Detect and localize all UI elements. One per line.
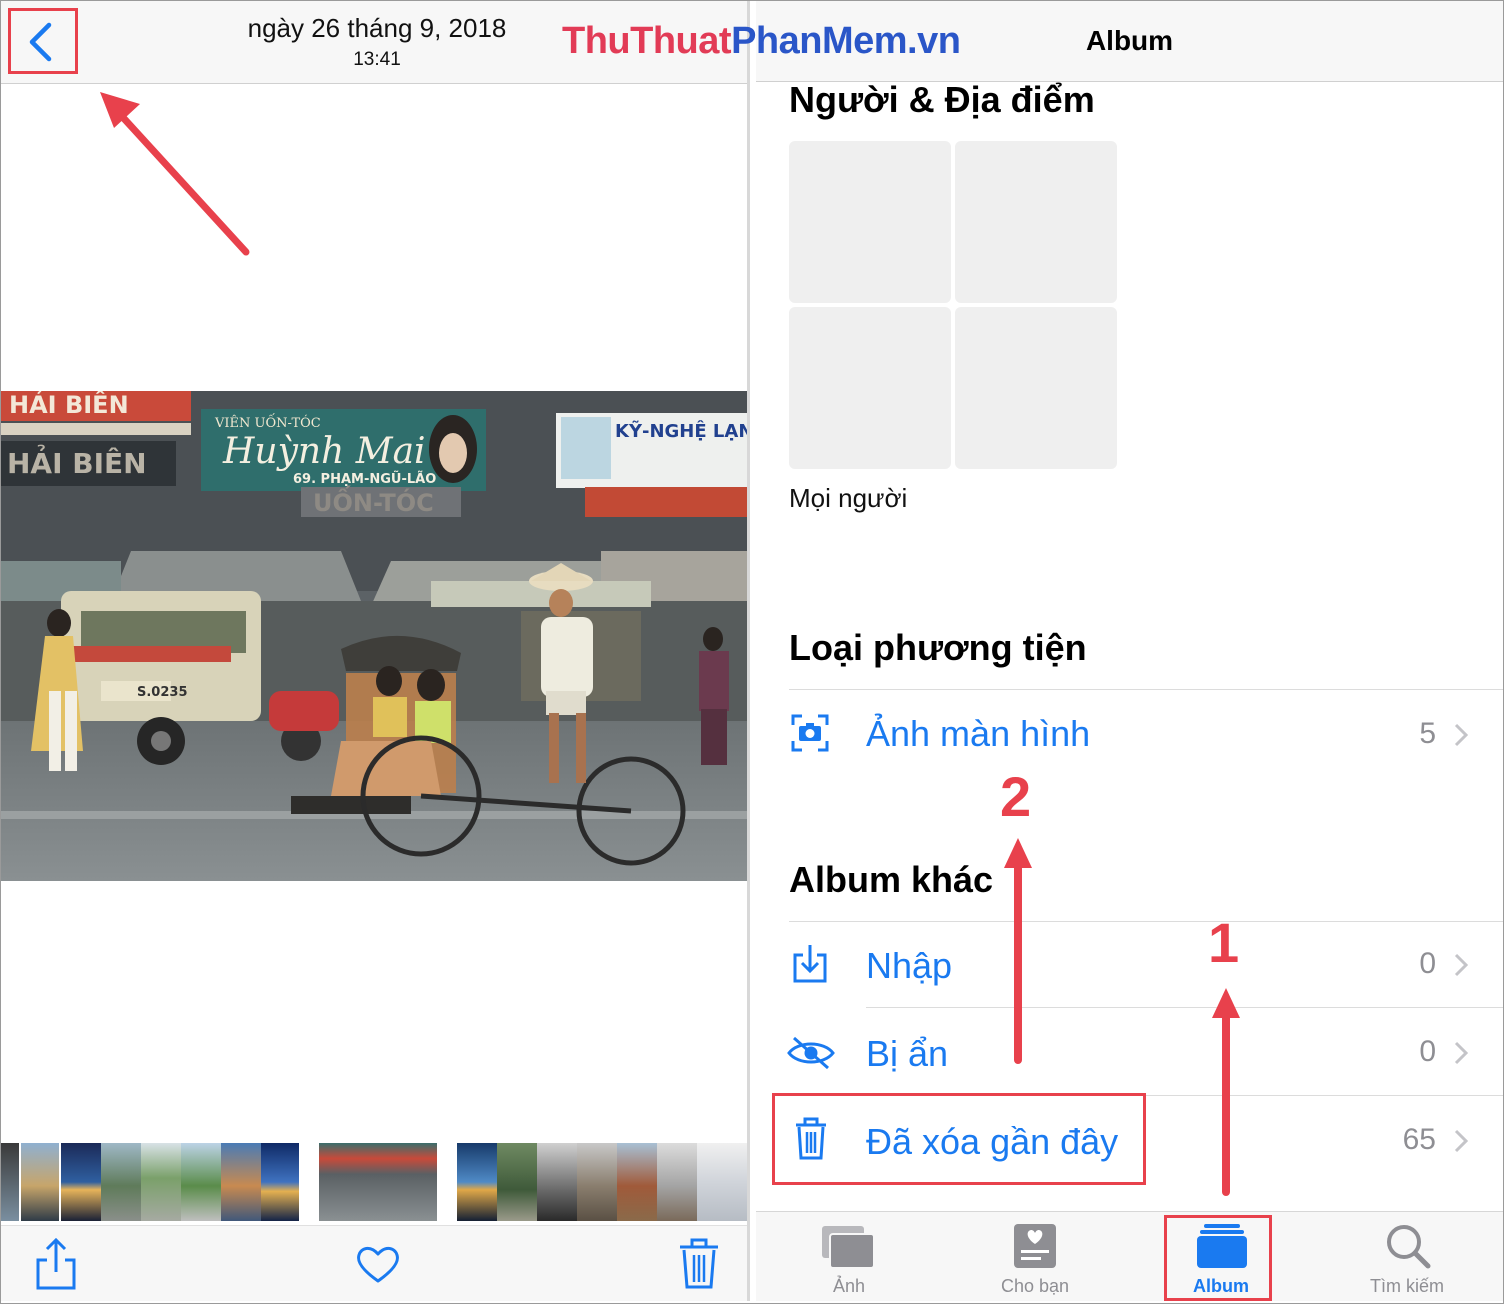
row-label: Bị ẩn xyxy=(866,1033,949,1074)
screenshot-icon xyxy=(790,713,830,753)
trash-icon xyxy=(680,1238,718,1289)
photo-toolbar xyxy=(1,1225,747,1301)
thumbnail[interactable] xyxy=(261,1143,299,1221)
tab-label: Ảnh xyxy=(832,1276,866,1296)
share-icon xyxy=(36,1237,76,1290)
panel-divider xyxy=(747,1,756,1301)
section-people-places: Người & Địa điểm xyxy=(789,79,1095,120)
hidden-eye-icon xyxy=(786,1035,836,1071)
row-count: 65 xyxy=(1402,1123,1436,1156)
tab-for-you[interactable]: Cho bạn xyxy=(942,1212,1128,1301)
import-icon xyxy=(792,943,828,985)
people-tile xyxy=(789,307,951,469)
sign-address: 69. PHẠM-NGŨ-LÃO xyxy=(293,471,436,487)
thumbnail-strip[interactable] xyxy=(1,1143,747,1221)
bus-plate: S.0235 xyxy=(137,685,187,700)
tab-label: Tìm kiếm xyxy=(1370,1276,1444,1296)
watermark: ThuThuatPhanMem.vn xyxy=(562,20,961,62)
thumbnail[interactable] xyxy=(221,1143,261,1221)
section-media-types: Loại phương tiện xyxy=(789,627,1087,668)
tab-photos[interactable]: Ảnh xyxy=(756,1212,942,1301)
sign-hai-bien: HẢI BIÊN xyxy=(7,443,147,480)
sign-ky-nghe-lanh: KỸ-NGHỆ LẠNH xyxy=(615,419,747,442)
tab-search[interactable]: Tìm kiếm xyxy=(1314,1212,1500,1301)
favorite-button[interactable] xyxy=(355,1244,401,1284)
step-number-1: 1 xyxy=(1208,911,1240,974)
tab-bar: Ảnh Cho bạn Album Tìm kiếm xyxy=(756,1211,1503,1301)
search-icon xyxy=(1387,1225,1431,1269)
delete-button[interactable] xyxy=(677,1238,721,1290)
section-other-albums: Album khác xyxy=(789,859,994,900)
thumbnail[interactable] xyxy=(577,1143,617,1221)
separator xyxy=(789,689,1503,690)
main-photo[interactable]: HẢI BIÊN HẢI BIÊN VIÊN UỐN-TÓC Huỳnh Mai… xyxy=(1,391,747,881)
heart-icon xyxy=(357,1247,399,1283)
thumbnail[interactable] xyxy=(61,1143,101,1221)
tab-label: Cho bạn xyxy=(1000,1276,1070,1296)
chevron-right-icon xyxy=(1454,1041,1468,1065)
sign-huynh-mai: Huỳnh Mai xyxy=(222,431,426,472)
thumbnail[interactable] xyxy=(141,1143,181,1221)
chevron-right-icon xyxy=(1454,1129,1468,1153)
thumbnail[interactable] xyxy=(181,1143,221,1221)
highlight-back-button xyxy=(8,8,78,74)
photos-icon xyxy=(822,1226,875,1269)
for-you-icon xyxy=(1014,1224,1056,1268)
thumbnail[interactable] xyxy=(537,1143,577,1221)
chevron-right-icon xyxy=(1454,723,1468,747)
street-photo-image: HẢI BIÊN HẢI BIÊN VIÊN UỐN-TÓC Huỳnh Mai… xyxy=(1,391,747,881)
thumbnail-selected[interactable] xyxy=(319,1143,437,1221)
thumbnail[interactable] xyxy=(697,1143,747,1221)
step-number-2: 2 xyxy=(1000,765,1032,828)
photo-date: ngày 26 tháng 9, 2018 xyxy=(247,13,507,43)
sign-uon-toc: UỐN-TÓC xyxy=(313,484,434,517)
row-label: Ảnh màn hình xyxy=(866,713,1091,754)
row-count: 0 xyxy=(1419,947,1436,980)
thumbnail[interactable] xyxy=(617,1143,657,1221)
separator xyxy=(789,921,1503,922)
share-button[interactable] xyxy=(33,1236,81,1292)
albums-panel: Album Người & Địa điểm Mọi người Loại ph… xyxy=(756,1,1503,1301)
separator xyxy=(866,1007,1503,1008)
thumbnail[interactable] xyxy=(497,1143,537,1221)
highlight-recently-deleted xyxy=(772,1093,1146,1185)
highlight-album-tab xyxy=(1164,1215,1272,1301)
row-count: 0 xyxy=(1419,1035,1436,1068)
chevron-right-icon xyxy=(1454,953,1468,977)
sign-vien-uon-toc: VIÊN UỐN-TÓC xyxy=(214,413,321,431)
people-tile xyxy=(955,307,1117,469)
row-label: Nhập xyxy=(866,945,953,986)
photo-viewer-panel: ngày 26 tháng 9, 2018 13:41 HẢI BIÊN HẢI… xyxy=(1,1,747,1301)
people-tile xyxy=(789,141,951,303)
thumbnail[interactable] xyxy=(21,1143,59,1221)
row-count: 5 xyxy=(1419,717,1436,750)
thumbnail[interactable] xyxy=(657,1143,697,1221)
sign-hai-bien-top: HẢI BIÊN xyxy=(9,391,129,419)
thumbnail[interactable] xyxy=(101,1143,141,1221)
people-tile xyxy=(955,141,1117,303)
photo-time: 13:41 xyxy=(353,49,401,70)
people-caption: Mọi người xyxy=(789,483,908,513)
thumbnail[interactable] xyxy=(457,1143,497,1221)
thumbnail[interactable] xyxy=(1,1143,19,1221)
